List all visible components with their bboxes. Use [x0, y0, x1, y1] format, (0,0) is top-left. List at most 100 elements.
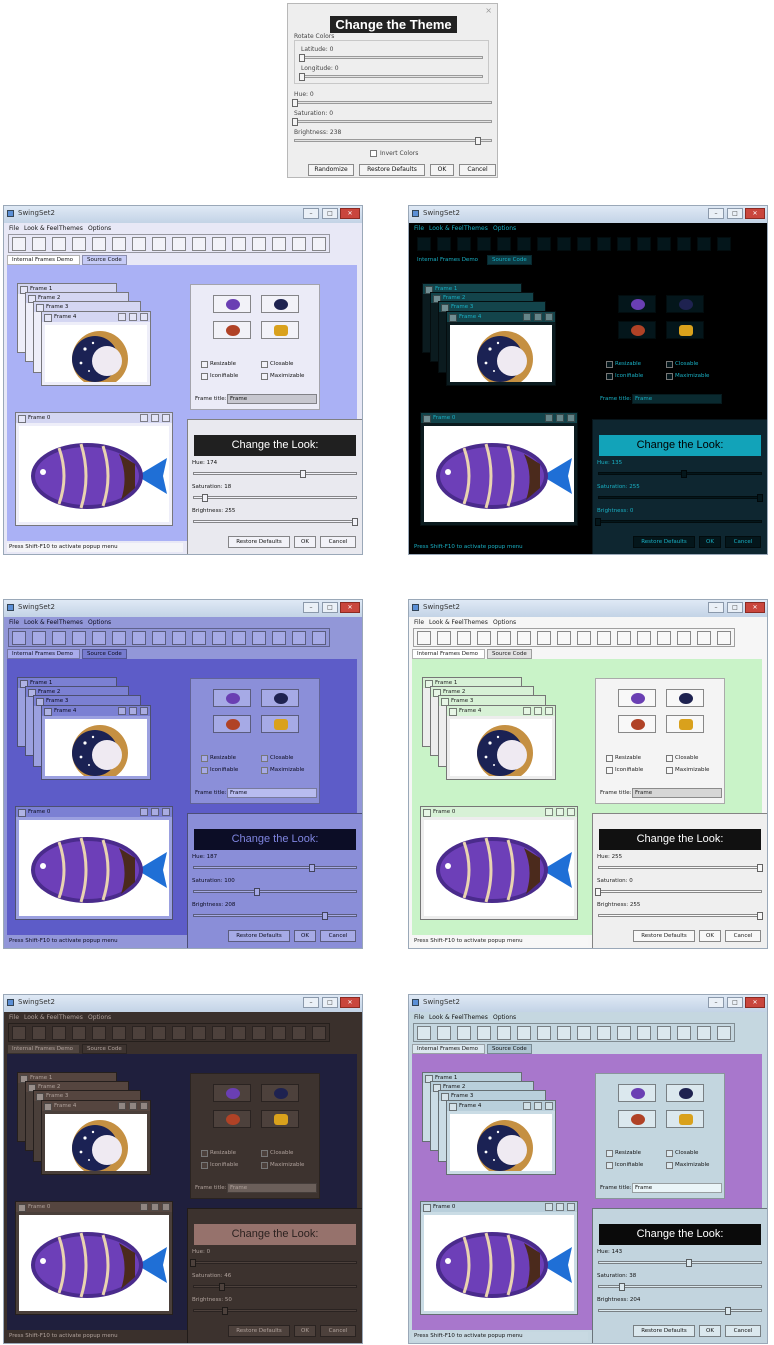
- close-button[interactable]: ✕: [745, 997, 765, 1008]
- tooltip-icon[interactable]: [697, 1026, 711, 1040]
- hue-thumb[interactable]: [757, 864, 763, 872]
- ok-button[interactable]: OK: [699, 1325, 721, 1337]
- moon-frame-button[interactable]: [261, 295, 299, 313]
- saturation-slider[interactable]: [292, 118, 492, 126]
- progress-icon[interactable]: [172, 1026, 186, 1040]
- frame-icon[interactable]: [417, 631, 431, 645]
- progress-icon[interactable]: [172, 631, 186, 645]
- color-icon[interactable]: [457, 237, 471, 251]
- frame-iconify-icon[interactable]: [140, 414, 148, 422]
- html-icon[interactable]: [112, 237, 126, 251]
- ok-button[interactable]: OK: [294, 536, 316, 548]
- latitude-slider[interactable]: [299, 54, 483, 62]
- tree-icon[interactable]: [312, 1026, 326, 1040]
- list-icon[interactable]: [132, 237, 146, 251]
- tab-source-code[interactable]: Source Code: [82, 255, 127, 265]
- file-icon[interactable]: [497, 1026, 511, 1040]
- resizable-checkbox[interactable]: [201, 1150, 208, 1157]
- table-icon[interactable]: [272, 237, 286, 251]
- menu-file[interactable]: File: [414, 619, 424, 626]
- frame-close-icon[interactable]: [140, 1102, 148, 1110]
- tab-internal-frames[interactable]: Internal Frames Demo: [7, 649, 80, 659]
- cancel-button[interactable]: Cancel: [725, 930, 761, 942]
- menu-look-feel[interactable]: Look & Feel: [429, 619, 464, 626]
- combo-icon[interactable]: [72, 631, 86, 645]
- maximizable-checkbox[interactable]: [261, 1162, 268, 1169]
- moon-frame-button[interactable]: [261, 689, 299, 707]
- menu-file[interactable]: File: [9, 619, 19, 626]
- menu-look-feel[interactable]: Look & Feel: [24, 619, 59, 626]
- iconifiable-checkbox[interactable]: [606, 1162, 613, 1169]
- frame-icon[interactable]: [417, 1026, 431, 1040]
- brightness-thumb[interactable]: [757, 912, 763, 920]
- brightness-thumb[interactable]: [724, 1307, 731, 1315]
- menu-options[interactable]: Options: [493, 225, 516, 232]
- combo-icon[interactable]: [72, 237, 86, 251]
- menu-options[interactable]: Options: [493, 619, 516, 626]
- maximize-button[interactable]: □: [727, 997, 743, 1008]
- table-icon[interactable]: [677, 1026, 691, 1040]
- resizable-checkbox[interactable]: [606, 755, 613, 762]
- frame-icon[interactable]: [12, 1026, 26, 1040]
- internal-frame-0[interactable]: Frame 0: [15, 412, 173, 526]
- scroll-icon[interactable]: [597, 1026, 611, 1040]
- restore-defaults-button[interactable]: Restore Defaults: [228, 1325, 290, 1337]
- hue-thumb[interactable]: [300, 470, 307, 478]
- color-icon[interactable]: [52, 631, 66, 645]
- internal-frame-0[interactable]: Frame 0: [15, 806, 173, 920]
- hue-slider[interactable]: [598, 470, 762, 478]
- close-button[interactable]: ✕: [340, 997, 360, 1008]
- brightness-thumb[interactable]: [595, 518, 601, 526]
- closable-checkbox[interactable]: [666, 1150, 673, 1157]
- iconifiable-checkbox[interactable]: [201, 373, 208, 380]
- saturation-thumb[interactable]: [619, 1283, 626, 1291]
- frame-maximize-icon[interactable]: [151, 1203, 159, 1211]
- resizable-checkbox[interactable]: [201, 755, 208, 762]
- minimize-button[interactable]: –: [708, 602, 724, 613]
- tree-icon[interactable]: [312, 631, 326, 645]
- menu-file[interactable]: File: [414, 1014, 424, 1021]
- tree-icon[interactable]: [312, 237, 326, 251]
- option-icon[interactable]: [152, 237, 166, 251]
- frame-close-icon[interactable]: [567, 808, 575, 816]
- combo-icon[interactable]: [477, 631, 491, 645]
- menu-file[interactable]: File: [9, 225, 19, 232]
- tooltip-icon[interactable]: [292, 1026, 306, 1040]
- table-icon[interactable]: [272, 1026, 286, 1040]
- iconifiable-checkbox[interactable]: [606, 373, 613, 380]
- menu-themes[interactable]: Themes: [59, 619, 83, 626]
- table-icon[interactable]: [272, 631, 286, 645]
- maximizable-checkbox[interactable]: [666, 373, 673, 380]
- file-icon[interactable]: [92, 1026, 106, 1040]
- brightness-thumb[interactable]: [474, 137, 481, 145]
- iconifiable-checkbox[interactable]: [201, 767, 208, 774]
- html-icon[interactable]: [112, 1026, 126, 1040]
- hue-thumb[interactable]: [308, 864, 315, 872]
- option-icon[interactable]: [557, 631, 571, 645]
- tooltip-icon[interactable]: [697, 237, 711, 251]
- frame-close-icon[interactable]: [140, 313, 148, 321]
- list-icon[interactable]: [537, 237, 551, 251]
- scroll-icon[interactable]: [597, 631, 611, 645]
- ok-button[interactable]: OK: [699, 930, 721, 942]
- ok-button[interactable]: OK: [430, 164, 454, 176]
- menu-options[interactable]: Options: [88, 1014, 111, 1021]
- minimize-button[interactable]: –: [303, 602, 319, 613]
- button-icon[interactable]: [437, 631, 451, 645]
- restore-defaults-button[interactable]: Restore Defaults: [228, 930, 290, 942]
- slider-icon[interactable]: [212, 631, 226, 645]
- maximize-button[interactable]: □: [727, 602, 743, 613]
- tab-source-code[interactable]: Source Code: [82, 649, 127, 659]
- menu-themes[interactable]: Themes: [59, 225, 83, 232]
- car-frame-button[interactable]: [666, 321, 704, 339]
- ok-button[interactable]: OK: [699, 536, 721, 548]
- brightness-slider[interactable]: [598, 1307, 762, 1315]
- hue-thumb[interactable]: [292, 99, 298, 107]
- frame-maximize-icon[interactable]: [556, 1203, 564, 1211]
- bug-frame-button[interactable]: [213, 321, 251, 339]
- cancel-button[interactable]: Cancel: [320, 536, 356, 548]
- menu-themes[interactable]: Themes: [59, 1014, 83, 1021]
- saturation-slider[interactable]: [598, 494, 763, 502]
- frame-close-icon[interactable]: [567, 1203, 575, 1211]
- slider-icon[interactable]: [617, 237, 631, 251]
